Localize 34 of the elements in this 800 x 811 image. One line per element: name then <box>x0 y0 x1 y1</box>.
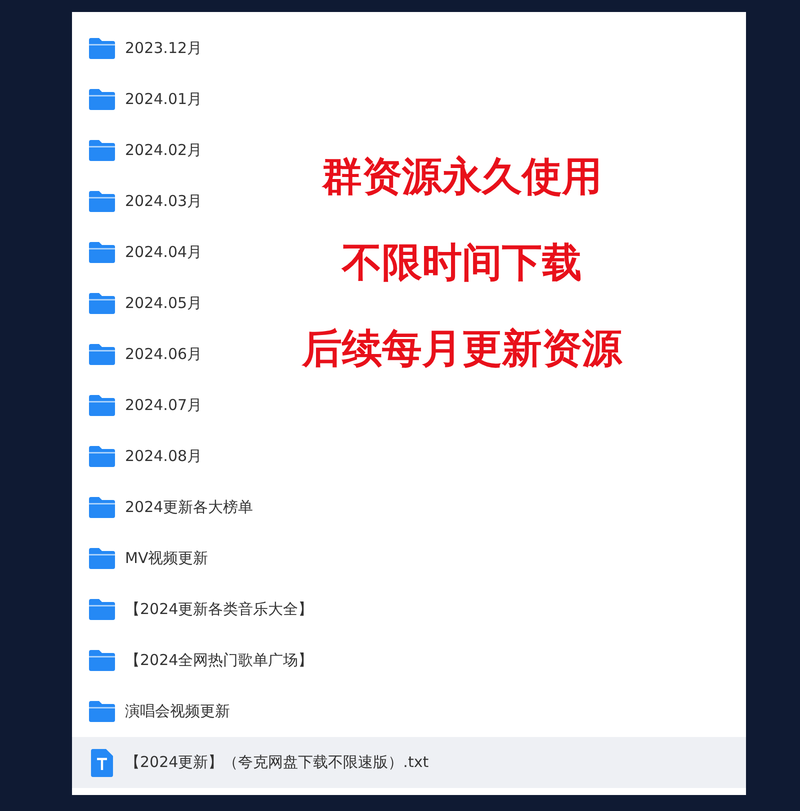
folder-icon <box>89 548 115 569</box>
file-name: MV视频更新 <box>125 548 208 570</box>
file-name: 2024.08月 <box>125 446 202 468</box>
folder-icon <box>89 89 115 110</box>
folder-icon <box>89 191 115 212</box>
file-row[interactable]: 【2024更新】（夸克网盘下载不限速版）.txt <box>72 737 746 788</box>
file-name: 2023.12月 <box>125 38 202 60</box>
file-name: 2024.04月 <box>125 242 202 264</box>
folder-icon <box>89 242 115 263</box>
promo-text: 后续每月更新资源 <box>302 325 622 374</box>
promo-text: 群资源永久使用 <box>322 153 602 202</box>
file-name: 2024.07月 <box>125 395 202 416</box>
file-name: 【2024全网热门歌单广场】 <box>125 650 314 672</box>
folder-icon <box>89 701 115 722</box>
file-name: 演唱会视频更新 <box>125 701 230 722</box>
file-name: 2024更新各大榜单 <box>125 497 254 518</box>
file-name: 2024.05月 <box>125 293 202 314</box>
folder-icon <box>89 650 115 671</box>
file-name: 2024.01月 <box>125 89 202 110</box>
file-name: 2024.02月 <box>125 140 202 162</box>
folder-icon <box>89 599 115 620</box>
file-name: 【2024更新】（夸克网盘下载不限速版）.txt <box>125 752 429 774</box>
file-name: 2024.03月 <box>125 191 202 212</box>
file-name: 【2024更新各类音乐大全】 <box>125 599 314 620</box>
text-file-icon <box>91 748 113 776</box>
folder-icon <box>89 293 115 314</box>
promo-text: 不限时间下载 <box>342 239 582 288</box>
folder-icon <box>89 395 115 416</box>
folder-icon <box>89 38 115 59</box>
folder-icon <box>89 446 115 467</box>
folder-icon <box>89 497 115 518</box>
folder-icon <box>89 344 115 365</box>
folder-icon <box>89 140 115 161</box>
file-name: 2024.06月 <box>125 344 202 366</box>
